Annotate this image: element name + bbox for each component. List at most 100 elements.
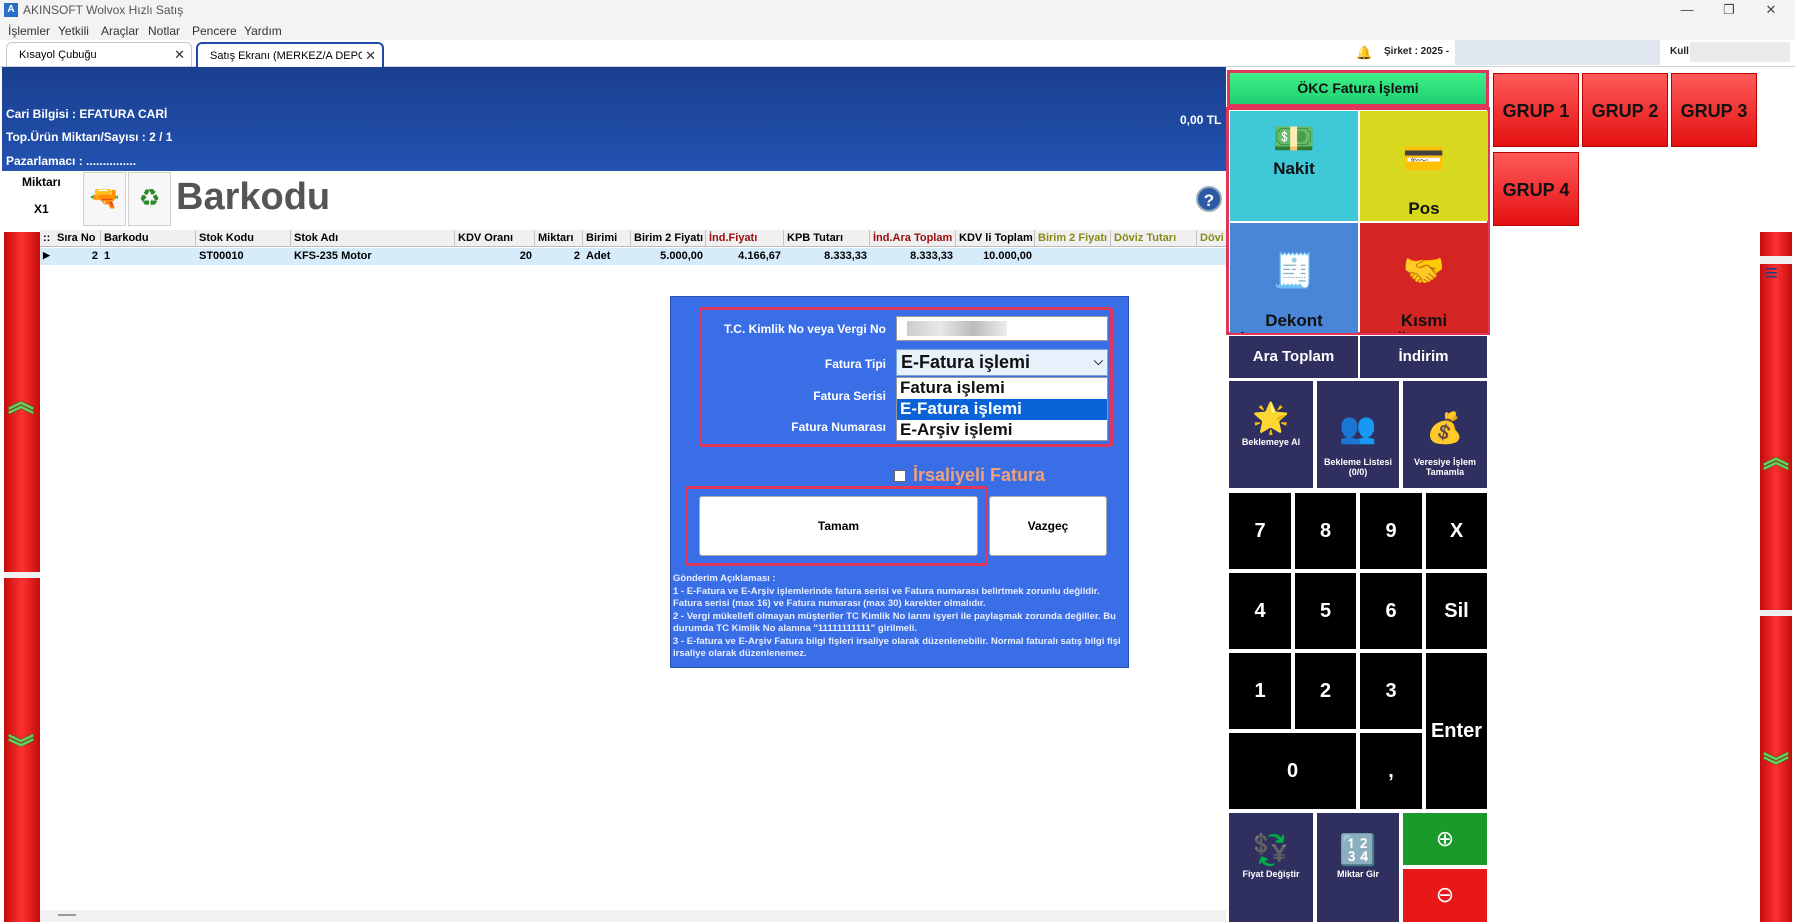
scroll-divider xyxy=(4,572,40,578)
col-doviz[interactable]: Dövi xyxy=(1197,230,1226,247)
group-button-4[interactable]: GRUP 4 xyxy=(1493,152,1579,226)
key-6[interactable]: 6 xyxy=(1360,573,1422,649)
fatura-numarasi-label: Fatura Numarası xyxy=(791,420,886,434)
title-bar: A AKINSOFT Wolvox Hızlı Satış — ❐ ✕ xyxy=(0,0,1795,22)
key-3[interactable]: 3 xyxy=(1360,653,1422,729)
key-9[interactable]: 9 xyxy=(1360,493,1422,569)
grid-header: :: Sıra No Barkodu Stok Kodu Stok Adı KD… xyxy=(40,230,1226,247)
key-8[interactable]: 8 xyxy=(1295,493,1356,569)
option-e-fatura[interactable]: E-Fatura işlemi xyxy=(897,399,1107,420)
bekleme-al-button[interactable]: 🌟 Beklemeye Al xyxy=(1229,381,1313,488)
col-birim2-fiyati[interactable]: Birim 2 Fiyatı xyxy=(631,230,706,247)
col-kdv-li-toplam[interactable]: KDV li Toplam xyxy=(956,230,1035,247)
minimize-button[interactable]: — xyxy=(1664,0,1710,22)
barcode-scanner-button[interactable]: 🔫 xyxy=(83,172,126,226)
tab-kisayol[interactable]: Kısayol Çubuğu ✕ xyxy=(6,42,192,67)
pos-payment-button[interactable]: 💳 Pos POS / POS xyxy=(1360,111,1488,221)
right-scroll-bar[interactable]: ︽ ︾ xyxy=(1760,232,1792,922)
fatura-tipi-select[interactable]: E-Fatura işlemi ⌵ xyxy=(896,349,1108,376)
hamburger-menu-icon[interactable]: ≡ xyxy=(1765,260,1778,286)
scroll-up-icon[interactable]: ︽ xyxy=(8,382,34,419)
menu-notlar[interactable]: Notlar xyxy=(148,24,180,38)
col-ind-fiyati[interactable]: İnd.Fiyatı xyxy=(706,230,784,247)
key-5[interactable]: 5 xyxy=(1295,573,1356,649)
group-button-3[interactable]: GRUP 3 xyxy=(1671,73,1757,147)
key-1[interactable]: 1 xyxy=(1229,653,1291,729)
col-birimi[interactable]: Birimi xyxy=(583,230,631,247)
bekleme-listesi-button[interactable]: 👥 Bekleme Listesi (0/0) xyxy=(1317,381,1399,488)
miktar-gir-button[interactable]: 🔢 Miktar Gir xyxy=(1317,813,1399,922)
bell-icon[interactable]: 🔔 xyxy=(1356,45,1372,61)
okc-fatura-button[interactable]: ÖKC Fatura İşlemi xyxy=(1227,70,1489,107)
chevron-down-icon[interactable]: ⌵ xyxy=(1094,354,1103,369)
group-button-1[interactable]: GRUP 1 xyxy=(1493,73,1579,147)
col-ind-ara-toplam[interactable]: İnd.Ara Toplam xyxy=(870,230,956,247)
payment-buttons-highlight: 💵 Nakit 💳 Pos POS / POS 🧾 Dekont İŞ BANK… xyxy=(1226,107,1490,335)
tab-satis-ekrani[interactable]: Satış Ekranı (MERKEZ/A DEPO ✕ xyxy=(196,42,384,67)
tab-close-icon[interactable]: ✕ xyxy=(362,48,376,64)
option-e-arsiv[interactable]: E-Arşiv işlemi xyxy=(897,420,1107,441)
cancel-button[interactable]: Vazgeç xyxy=(989,496,1107,556)
col-miktari[interactable]: Miktarı xyxy=(535,230,583,247)
dekont-payment-button[interactable]: 🧾 Dekont İŞ BANKASI / POS xyxy=(1230,223,1358,333)
col-doviz-tutari[interactable]: Döviz Tutarı xyxy=(1111,230,1197,247)
decrease-button[interactable]: ⊖ xyxy=(1403,869,1487,922)
ok-button[interactable]: Tamam xyxy=(699,496,978,556)
cell-miktari: 2 xyxy=(573,250,580,262)
users-icon: 👥 xyxy=(1339,412,1377,445)
quantity-label: Miktarı xyxy=(22,175,61,189)
menu-araclar[interactable]: Araçlar xyxy=(101,24,139,38)
menu-yetkili[interactable]: Yetkili xyxy=(58,24,89,38)
partial-payment-button[interactable]: 🤝 Kısmi Ödeme xyxy=(1360,223,1488,333)
fatura-tipi-value: E-Fatura işlemi xyxy=(901,352,1031,372)
tc-input[interactable] xyxy=(896,316,1108,341)
key-0[interactable]: 0 xyxy=(1229,733,1356,809)
key-x[interactable]: X xyxy=(1426,493,1487,569)
key-7[interactable]: 7 xyxy=(1229,493,1291,569)
col-kdv-orani[interactable]: KDV Oranı xyxy=(455,230,535,247)
irsaliye-checkbox[interactable] xyxy=(894,470,906,482)
col-kpb-tutari[interactable]: KPB Tutarı xyxy=(784,230,870,247)
veresiye-button[interactable]: 💰 Veresiye İşlem Tamamla xyxy=(1403,381,1487,488)
scroll-down-icon[interactable]: ︾ xyxy=(1763,746,1789,783)
fatura-tipi-dropdown: Fatura işlemi E-Fatura işlemi E-Arşiv iş… xyxy=(896,377,1108,441)
key-4[interactable]: 4 xyxy=(1229,573,1291,649)
bekleme-listesi-label: Bekleme Listesi (0/0) xyxy=(1323,457,1393,477)
key-2[interactable]: 2 xyxy=(1295,653,1356,729)
indirim-button[interactable]: İndirim xyxy=(1360,336,1487,378)
menu-pencere[interactable]: Pencere xyxy=(192,24,237,38)
table-row[interactable]: ▶ 2 1 ST00010 KFS-235 Motor 20 2 Adet 5.… xyxy=(40,248,1226,265)
close-button[interactable]: ✕ xyxy=(1748,0,1794,22)
cash-payment-button[interactable]: 💵 Nakit xyxy=(1230,111,1358,221)
money-icon: 💵 xyxy=(1272,120,1316,158)
quantity-value: X1 xyxy=(34,202,49,216)
left-scroll-bar[interactable]: ︽ ︾ xyxy=(4,232,40,922)
tab-close-icon[interactable]: ✕ xyxy=(174,47,185,63)
help-icon[interactable]: ? xyxy=(1196,186,1222,212)
ara-toplam-button[interactable]: Ara Toplam xyxy=(1229,336,1358,378)
refresh-button[interactable]: ♻ xyxy=(128,172,171,226)
col-stok-kodu[interactable]: Stok Kodu xyxy=(196,230,291,247)
barcode-input-label[interactable]: Barkodu xyxy=(176,176,330,219)
menu-yardim[interactable]: Yardım xyxy=(244,24,282,38)
scroll-thumb[interactable] xyxy=(58,914,76,916)
cell-barkodu: 1 xyxy=(104,250,111,262)
menu-islemler[interactable]: İşlemler xyxy=(8,24,50,38)
group-button-2[interactable]: GRUP 2 xyxy=(1582,73,1668,147)
col-stok-adi[interactable]: Stok Adı xyxy=(291,230,455,247)
maximize-button[interactable]: ❐ xyxy=(1706,0,1752,22)
scroll-up-icon[interactable]: ︽ xyxy=(1763,438,1789,475)
key-comma[interactable]: , xyxy=(1360,733,1422,809)
price-change-icon: 💱 xyxy=(1252,834,1290,867)
col-barkodu[interactable]: Barkodu xyxy=(101,230,196,247)
col-birim2-fiyati-2[interactable]: Birim 2 Fiyatı xyxy=(1035,230,1111,247)
option-fatura[interactable]: Fatura işlemi xyxy=(897,378,1107,399)
horizontal-scrollbar[interactable] xyxy=(40,910,1226,922)
key-enter[interactable]: Enter xyxy=(1426,653,1487,809)
irsaliye-label[interactable]: İrsaliyeli Fatura xyxy=(913,465,1045,486)
key-sil[interactable]: Sil xyxy=(1426,573,1487,649)
col-sira-no[interactable]: Sıra No xyxy=(54,230,101,247)
increase-button[interactable]: ⊕ xyxy=(1403,813,1487,865)
scroll-down-icon[interactable]: ︾ xyxy=(8,728,34,765)
fiyat-degistir-button[interactable]: 💱 Fiyat Değiştir xyxy=(1229,813,1313,922)
